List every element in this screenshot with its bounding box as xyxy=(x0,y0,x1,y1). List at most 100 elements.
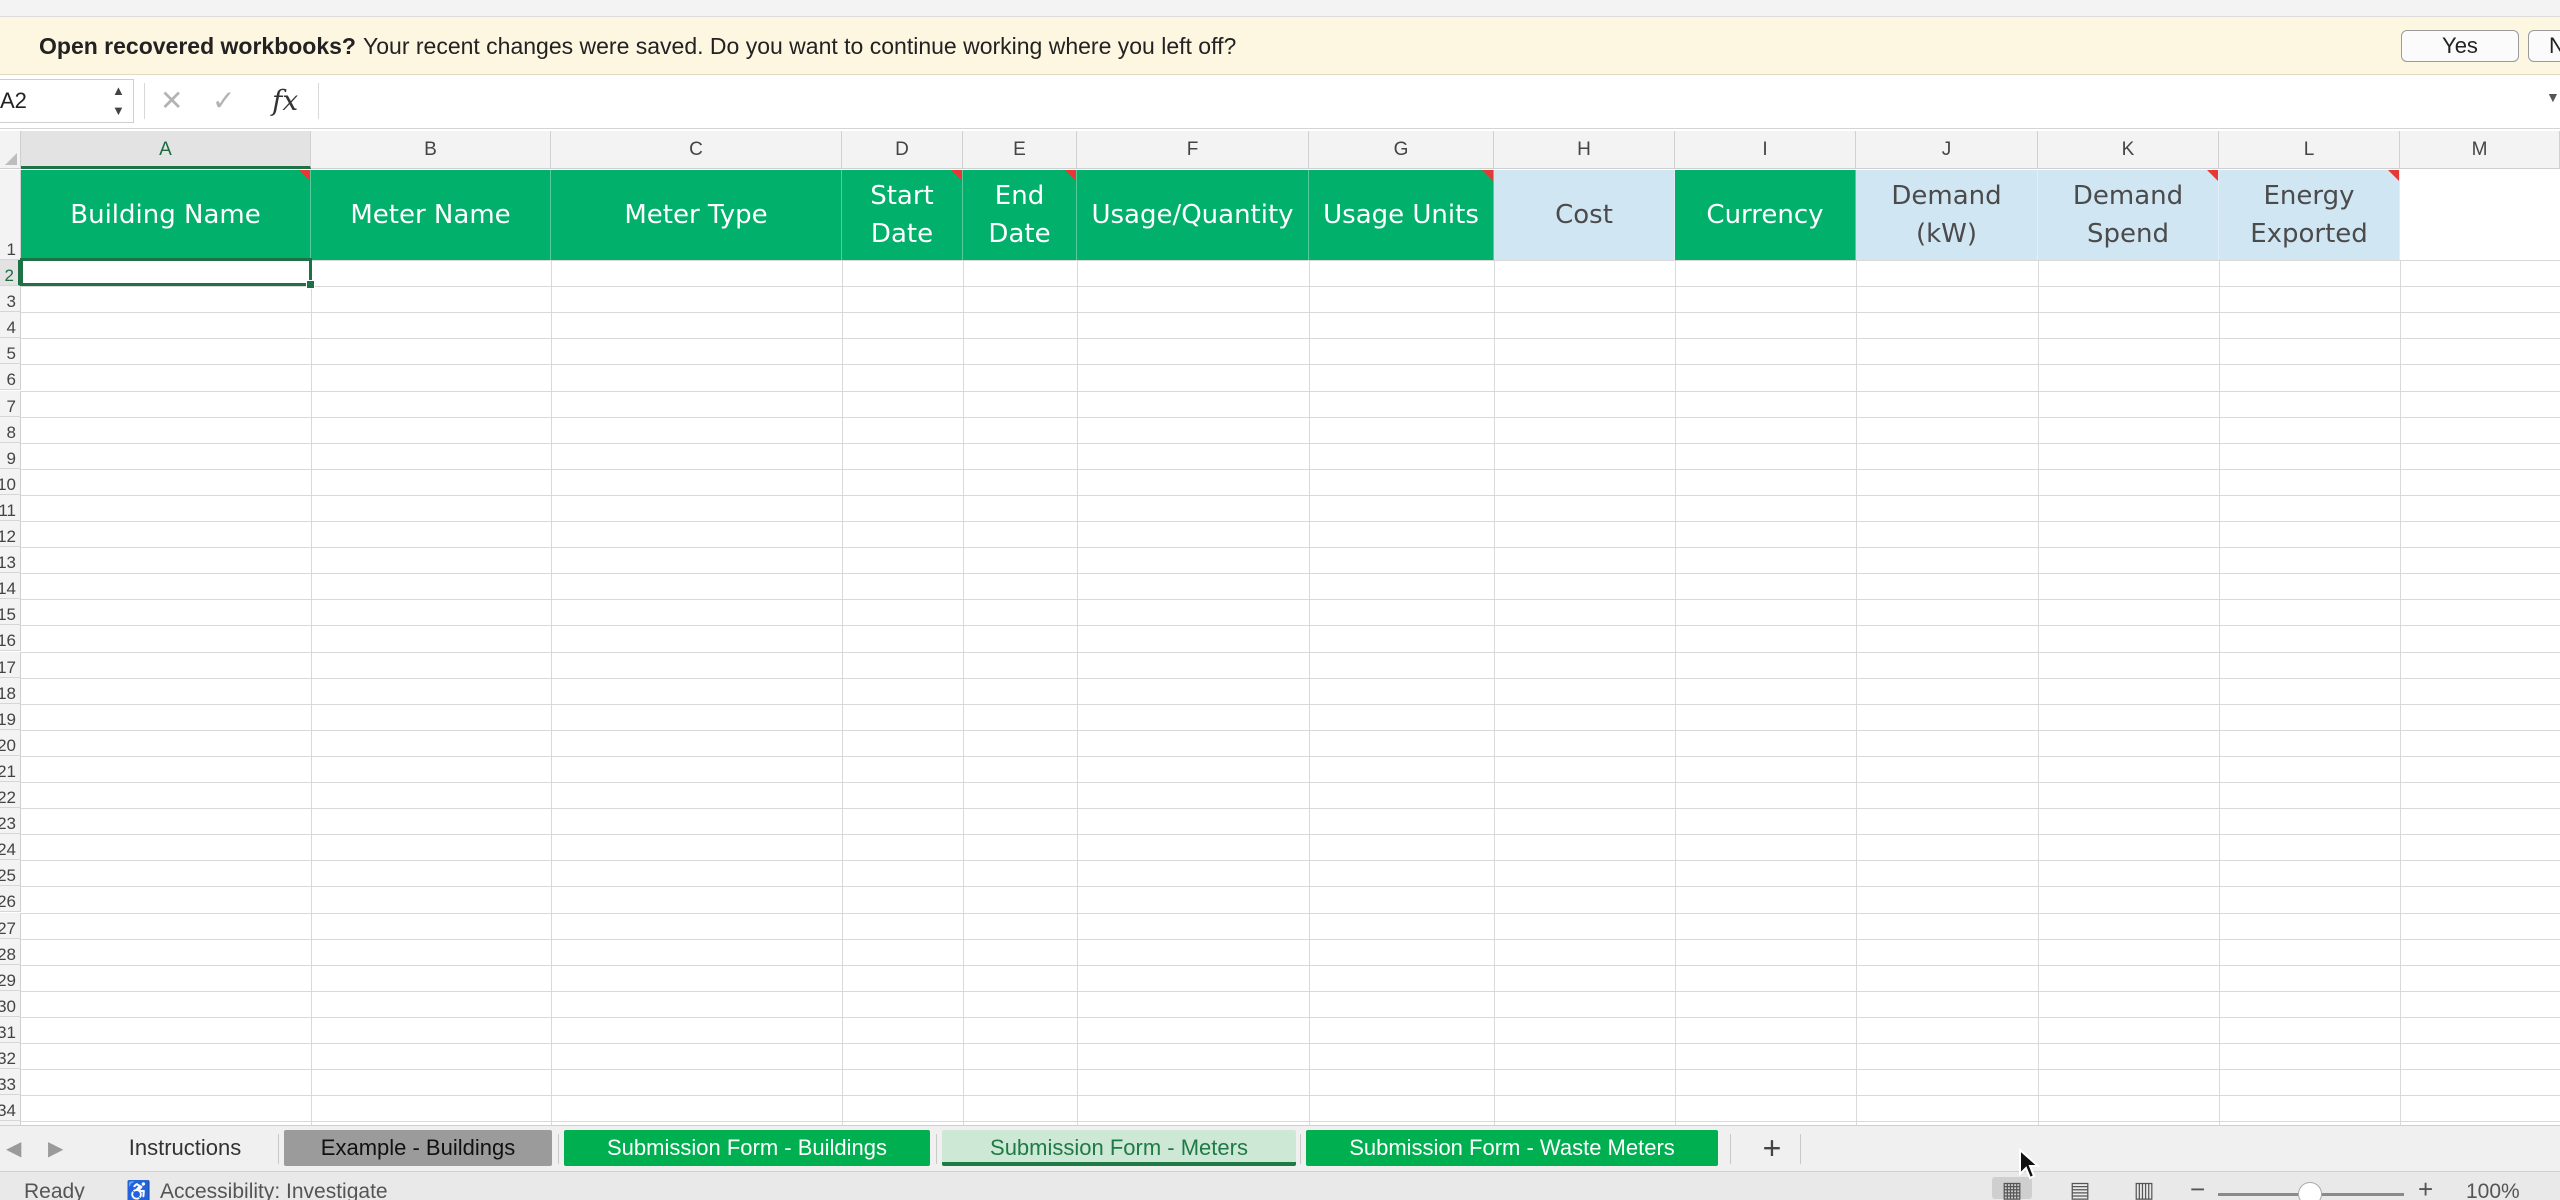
insert-function-icon[interactable]: fx xyxy=(272,81,298,121)
row-header-5[interactable]: 5 xyxy=(0,338,21,365)
row-header-26[interactable]: 26 xyxy=(0,886,21,913)
row-header-13[interactable]: 13 xyxy=(0,547,21,574)
row-header-24[interactable]: 24 xyxy=(0,834,21,861)
row-header-17[interactable]: 17 xyxy=(0,651,21,678)
tab-submission-waste-meters[interactable]: Submission Form - Waste Meters xyxy=(1306,1130,1718,1166)
header-cell-h[interactable]: Cost xyxy=(1494,170,1675,260)
page-break-preview-icon[interactable]: ▥ xyxy=(2124,1177,2164,1200)
row-header-29[interactable]: 29 xyxy=(0,964,21,991)
column-header-g[interactable]: G xyxy=(1309,131,1494,169)
zoom-slider-thumb[interactable] xyxy=(2298,1182,2322,1200)
row-header-25[interactable]: 25 xyxy=(0,860,21,887)
row-header-6[interactable]: 6 xyxy=(0,364,21,391)
gridline xyxy=(21,573,2560,575)
previous-sheet-icon[interactable]: ◀ xyxy=(6,1134,21,1164)
row-header-27[interactable]: 27 xyxy=(0,912,21,939)
row-header-14[interactable]: 14 xyxy=(0,573,21,600)
row-header-21[interactable]: 21 xyxy=(0,755,21,782)
column-header-l[interactable]: L xyxy=(2219,131,2400,169)
column-header-e[interactable]: E xyxy=(963,131,1077,169)
header-cell-a[interactable]: Building Name xyxy=(21,170,311,260)
row-header-11[interactable]: 11 xyxy=(0,494,21,521)
tab-example-buildings[interactable]: Example - Buildings xyxy=(284,1130,552,1166)
row-header-22[interactable]: 22 xyxy=(0,782,21,809)
enter-icon[interactable]: ✓ xyxy=(212,81,235,121)
row-header-12[interactable]: 12 xyxy=(0,521,21,548)
row-header-16[interactable]: 16 xyxy=(0,625,21,652)
row-number: 15 xyxy=(0,605,16,625)
row-header-18[interactable]: 18 xyxy=(0,677,21,704)
comment-indicator-icon[interactable] xyxy=(299,170,310,181)
header-cell-g[interactable]: Usage Units xyxy=(1309,170,1494,260)
column-header-j[interactable]: J xyxy=(1856,131,2038,169)
column-header-f[interactable]: F xyxy=(1077,131,1309,169)
name-box[interactable]: A2 ▲ ▼ xyxy=(0,79,134,123)
row-header-23[interactable]: 23 xyxy=(0,808,21,835)
header-cell-k[interactable]: Demand Spend xyxy=(2038,170,2219,260)
row-header-31[interactable]: 31 xyxy=(0,1016,21,1043)
add-sheet-icon[interactable]: + xyxy=(1750,1130,1794,1166)
tab-submission-buildings[interactable]: Submission Form - Buildings xyxy=(564,1130,930,1166)
row-header-7[interactable]: 7 xyxy=(0,390,21,417)
yes-button[interactable]: Yes xyxy=(2401,30,2519,62)
row-header-8[interactable]: 8 xyxy=(0,416,21,443)
column-header-k[interactable]: K xyxy=(2038,131,2219,169)
row-header-32[interactable]: 32 xyxy=(0,1043,21,1070)
next-sheet-icon[interactable]: ▶ xyxy=(48,1134,63,1164)
tab-instructions[interactable]: Instructions xyxy=(100,1130,270,1166)
accessibility-status[interactable]: Accessibility: Investigate xyxy=(160,1180,388,1200)
accessibility-icon[interactable]: ♿ xyxy=(126,1179,151,1200)
gridline xyxy=(21,834,2560,836)
row-header-28[interactable]: 28 xyxy=(0,938,21,965)
page-layout-view-icon[interactable]: ▤ xyxy=(2060,1177,2100,1200)
column-header-a[interactable]: A xyxy=(21,131,311,169)
comment-indicator-icon[interactable] xyxy=(2388,170,2399,181)
header-cell-e[interactable]: End Date xyxy=(963,170,1077,260)
select-all-corner[interactable] xyxy=(0,131,21,169)
column-header-b[interactable]: B xyxy=(311,131,551,169)
header-cell-l[interactable]: Energy Exported xyxy=(2219,170,2400,260)
cancel-icon[interactable]: ✕ xyxy=(160,81,183,121)
active-cell-a2[interactable] xyxy=(20,258,315,289)
row-header-3[interactable]: 3 xyxy=(0,286,21,313)
no-button[interactable]: No xyxy=(2528,30,2560,62)
row-header-4[interactable]: 4 xyxy=(0,312,21,339)
row-header-20[interactable]: 20 xyxy=(0,729,21,756)
header-cell-b[interactable]: Meter Name xyxy=(311,170,551,260)
column-header-d[interactable]: D xyxy=(842,131,963,169)
header-cell-d[interactable]: Start Date xyxy=(842,170,963,260)
zoom-level[interactable]: 100% xyxy=(2466,1180,2520,1200)
comment-indicator-icon[interactable] xyxy=(2207,170,2218,181)
formula-input[interactable] xyxy=(326,83,2526,119)
fill-handle[interactable] xyxy=(306,280,315,289)
row-header-34[interactable]: 34 xyxy=(0,1095,21,1122)
row-header-10[interactable]: 10 xyxy=(0,468,21,495)
comment-indicator-icon[interactable] xyxy=(1482,170,1493,181)
expand-formula-bar-icon[interactable]: ▼ xyxy=(2546,89,2560,105)
comment-indicator-icon[interactable] xyxy=(951,170,962,181)
header-cell-f[interactable]: Usage/Quantity xyxy=(1077,170,1309,260)
header-cell-i[interactable]: Currency xyxy=(1675,170,1856,260)
row-header-2[interactable]: 2 xyxy=(0,260,21,287)
worksheet-grid[interactable]: A B C D E F G H I J K L M Building Name Meter Name Mete… xyxy=(0,131,2560,1125)
tab-submission-meters[interactable]: Submission Form - Meters xyxy=(942,1130,1296,1166)
zoom-in-icon[interactable]: + xyxy=(2418,1176,2433,1200)
column-header-m[interactable]: M xyxy=(2400,131,2560,169)
column-header-h[interactable]: H xyxy=(1494,131,1675,169)
header-cell-c[interactable]: Meter Type xyxy=(551,170,842,260)
row-header-9[interactable]: 9 xyxy=(0,442,21,469)
normal-view-icon[interactable]: ▦ xyxy=(1992,1177,2032,1200)
comment-indicator-icon[interactable] xyxy=(1065,170,1076,181)
header-cell-j[interactable]: Demand (kW) xyxy=(1856,170,2038,260)
row-header-30[interactable]: 30 xyxy=(0,990,21,1017)
row-header-1[interactable]: 1 xyxy=(0,170,21,260)
gridline xyxy=(21,260,2560,261)
column-header-i[interactable]: I xyxy=(1675,131,1856,169)
name-box-up-icon[interactable]: ▲ xyxy=(112,82,125,100)
row-header-33[interactable]: 33 xyxy=(0,1069,21,1096)
row-header-15[interactable]: 15 xyxy=(0,599,21,626)
name-box-down-icon[interactable]: ▼ xyxy=(112,102,125,120)
column-header-c[interactable]: C xyxy=(551,131,842,169)
row-header-19[interactable]: 19 xyxy=(0,703,21,730)
zoom-out-icon[interactable]: − xyxy=(2190,1176,2205,1200)
